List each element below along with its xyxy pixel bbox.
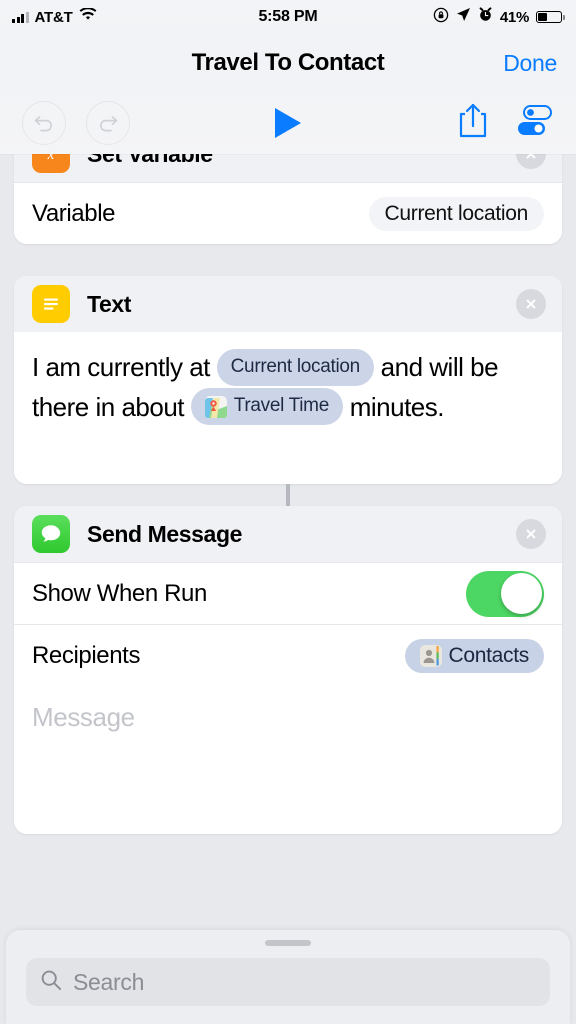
location-arrow-icon	[456, 7, 471, 27]
card-spacer	[0, 244, 576, 276]
undo-icon	[34, 116, 52, 132]
action-title: Send Message	[87, 520, 242, 547]
battery-percent-label: 41%	[499, 8, 529, 26]
action-header-text[interactable]: Text	[14, 276, 562, 332]
parameter-row-show-when-run[interactable]: Show When Run	[14, 562, 562, 624]
remove-action-button[interactable]	[516, 519, 546, 549]
close-icon	[526, 154, 536, 159]
undo-button[interactable]	[22, 101, 66, 145]
alarm-clock-icon	[478, 7, 493, 27]
redo-icon	[100, 116, 118, 132]
close-icon	[526, 299, 536, 309]
action-title: Text	[87, 290, 131, 317]
parameter-label: Variable	[32, 199, 116, 227]
text-segment: minutes.	[342, 391, 445, 422]
action-title: Set Variable	[87, 154, 213, 168]
sheet-grabber[interactable]	[265, 940, 311, 946]
redo-button[interactable]	[86, 101, 130, 145]
search-icon	[40, 969, 62, 996]
text-lines-icon	[32, 285, 70, 323]
action-header-set-variable[interactable]: x Set Variable	[14, 154, 562, 182]
share-button[interactable]	[456, 102, 490, 145]
action-card-send-message[interactable]: Send Message Show When Run Recipients Co…	[14, 506, 562, 834]
parameter-label: Recipients	[32, 641, 141, 669]
variable-icon: x	[32, 154, 70, 173]
editor-toolbar	[0, 92, 576, 154]
variable-token[interactable]: Current location	[368, 196, 544, 231]
toolbar-right-group	[288, 102, 554, 145]
travel-time-token[interactable]: Travel Time	[190, 388, 343, 426]
svg-text:x: x	[47, 154, 55, 163]
navigation-bar: Travel To Contact Done	[0, 34, 576, 92]
shortcut-action-list[interactable]: x Set Variable Variable Current location…	[0, 154, 576, 1024]
action-header-send-message[interactable]: Send Message	[14, 506, 562, 562]
parameter-row-variable[interactable]: Variable Current location	[14, 182, 562, 244]
message-input[interactable]: Message	[14, 686, 562, 834]
status-bar: AT&T 5:58 PM 41%	[0, 0, 576, 34]
token-label: Contacts	[448, 643, 530, 667]
rotation-lock-icon	[433, 7, 449, 28]
search-input[interactable]: Search	[73, 969, 144, 996]
action-library-sheet[interactable]: Search	[6, 930, 570, 1024]
done-button[interactable]: Done	[503, 50, 557, 77]
token-label: Travel Time	[233, 395, 330, 417]
action-card-text[interactable]: Text I am currently at Current location …	[14, 276, 562, 484]
battery-icon	[536, 11, 565, 23]
action-card-set-variable[interactable]: x Set Variable Variable Current location	[14, 154, 562, 244]
share-icon	[459, 103, 487, 137]
maps-icon	[204, 395, 227, 418]
search-bar[interactable]: Search	[26, 958, 550, 1006]
remove-action-button[interactable]	[516, 289, 546, 319]
parameter-row-recipients[interactable]: Recipients Contacts	[14, 624, 562, 686]
remove-action-button[interactable]	[516, 154, 546, 169]
page-title: Travel To Contact	[191, 49, 385, 76]
action-connector	[0, 484, 576, 506]
toolbar-left-group	[22, 101, 288, 145]
messages-icon	[32, 515, 70, 553]
parameter-label: Show When Run	[32, 579, 207, 607]
text-segment: I am currently at	[32, 352, 217, 382]
status-bar-right: 41%	[287, 7, 565, 28]
contacts-token[interactable]: Contacts	[404, 638, 544, 673]
text-action-body[interactable]: I am currently at Current location and w…	[14, 332, 562, 484]
contacts-icon	[419, 644, 442, 667]
close-icon	[526, 529, 536, 539]
toggles-settings-icon	[518, 104, 552, 135]
shortcut-settings-button[interactable]	[516, 104, 554, 143]
show-when-run-toggle[interactable]	[466, 570, 544, 617]
current-location-token[interactable]: Current location	[216, 348, 374, 386]
